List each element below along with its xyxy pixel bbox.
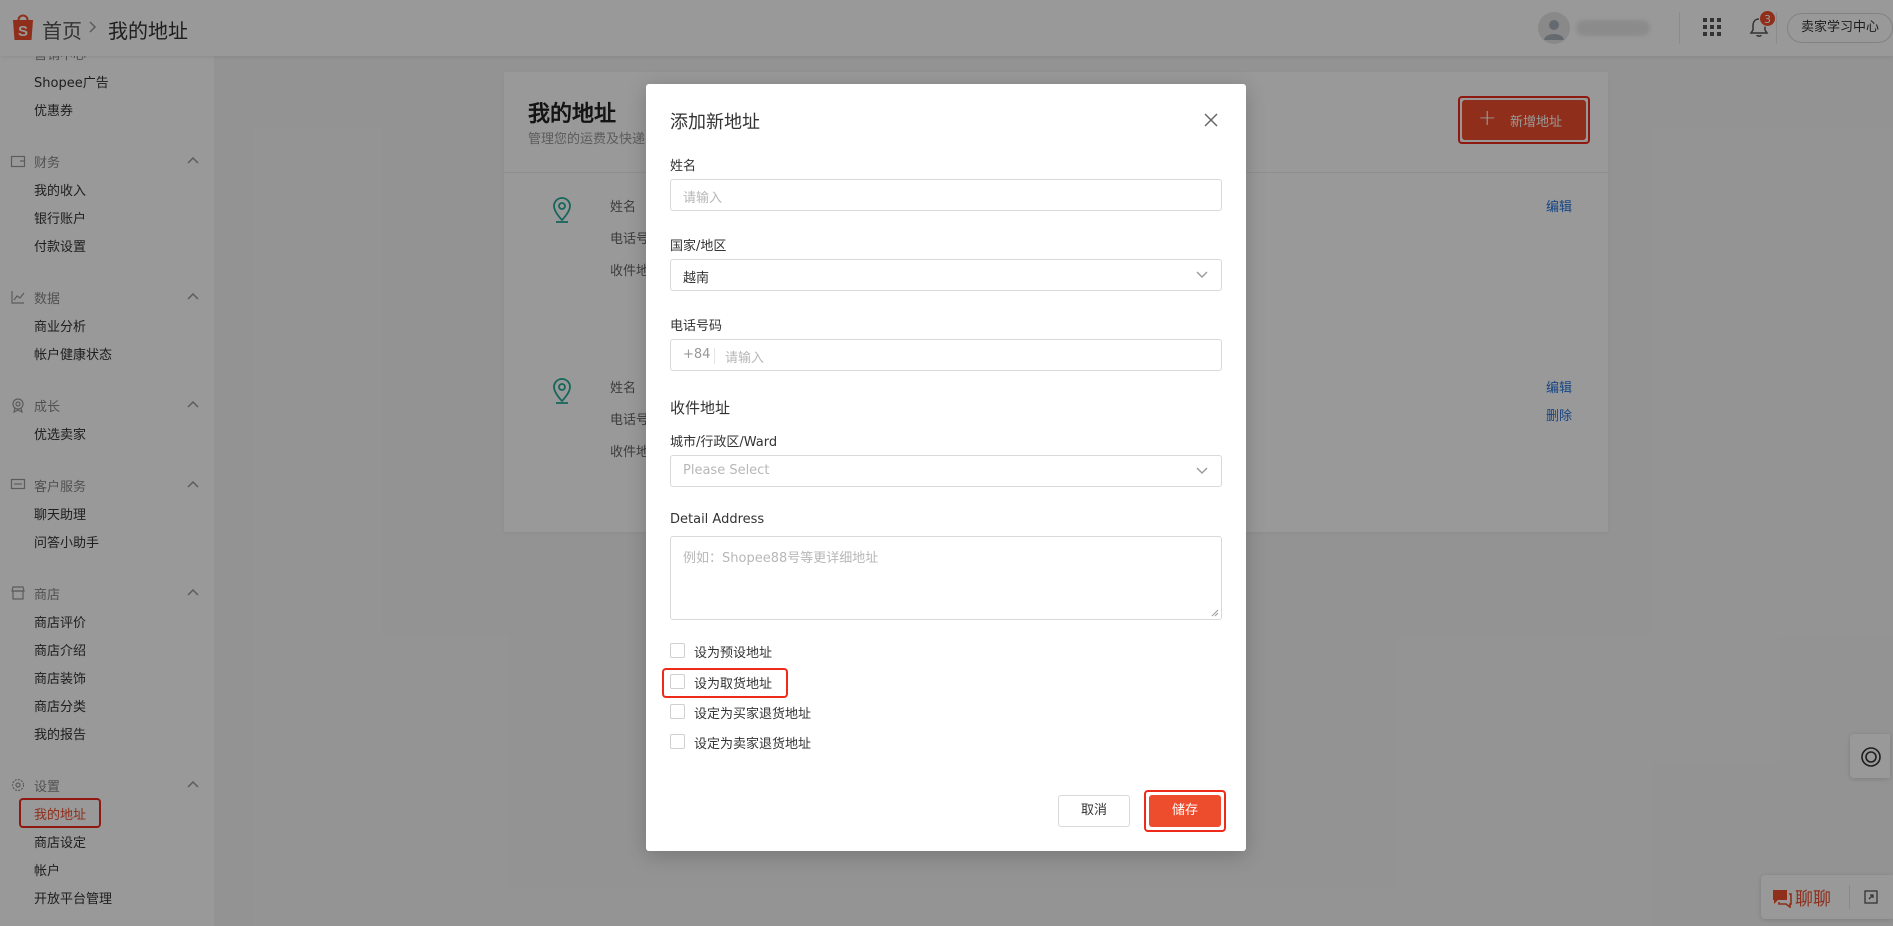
name-input[interactable]: 请输入 [670,179,1222,211]
checkbox[interactable] [670,643,685,658]
save-button[interactable]: 储存 [1149,795,1221,827]
highlight-box [662,668,788,698]
close-icon[interactable] [1200,109,1222,131]
divider [714,348,715,364]
checkbox[interactable] [670,704,685,719]
phone-label: 电话号码 [670,319,723,334]
modal-title: 添加新地址 [670,112,760,133]
chevron-down-icon [1196,271,1208,278]
detail-address-label: Detail Address [670,512,765,527]
country-label: 国家/地区 [670,239,727,254]
chevron-down-icon [1196,467,1208,474]
cancel-button[interactable]: 取消 [1058,795,1130,827]
detail-address-textarea[interactable]: 例如：Shopee88号等更详细地址 [670,536,1222,620]
checkbox[interactable] [670,734,685,749]
add-address-modal: 添加新地址 姓名 请输入 国家/地区 越南 电话号码 +84 请输入 收件地址 … [646,84,1246,851]
name-label: 姓名 [670,159,697,174]
phone-prefix: +84 [683,347,711,362]
resize-grip-icon[interactable] [1211,609,1219,617]
address-section-title: 收件地址 [670,399,731,417]
city-label: 城市/行政区/Ward [670,435,778,450]
country-select[interactable]: 越南 [670,259,1222,291]
phone-input[interactable]: +84 请输入 [670,339,1222,371]
city-select[interactable]: Please Select [670,455,1222,487]
